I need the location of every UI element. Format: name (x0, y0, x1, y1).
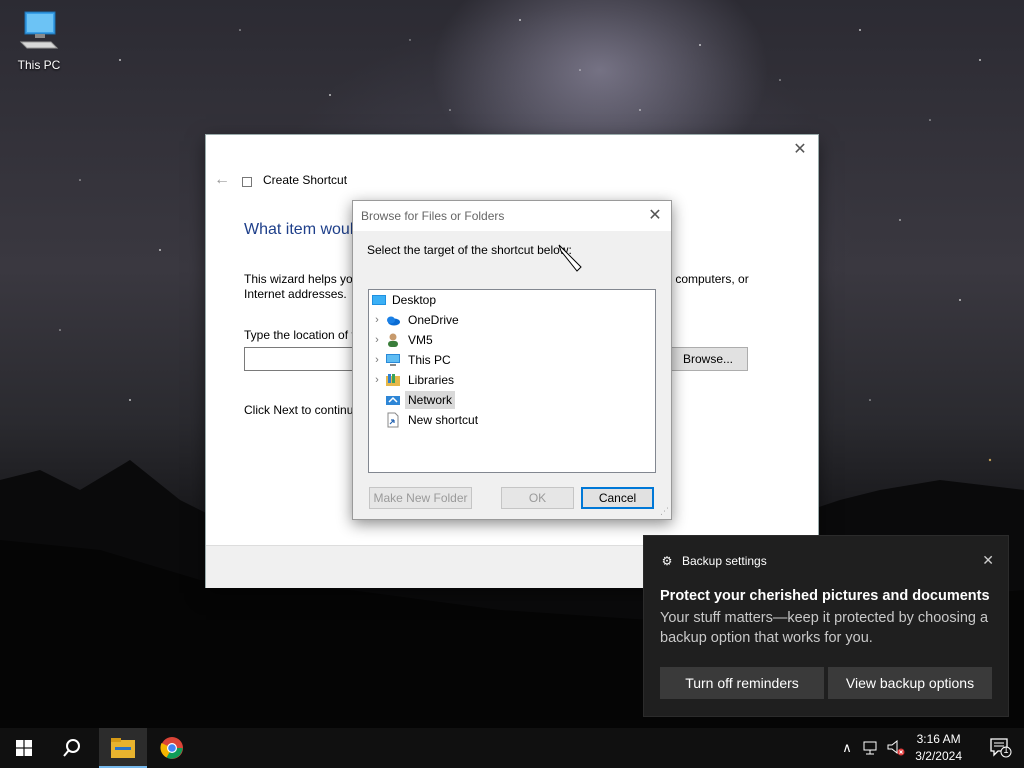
speaker-muted-icon (887, 740, 905, 756)
ok-button[interactable]: OK (501, 487, 574, 509)
clock-date: 3/2/2024 (915, 749, 962, 763)
notification-count-badge: 1 (1003, 745, 1009, 755)
tree-item-onedrive[interactable]: › OneDrive (371, 311, 651, 329)
file-explorer-taskbar-button[interactable] (99, 728, 147, 768)
folder-tree[interactable]: Desktop › OneDrive › VM5 › This PC › Lib… (368, 289, 656, 473)
browse-dialog: Browse for Files or Folders ✕ Select the… (352, 200, 672, 520)
search-icon (63, 739, 80, 757)
chevron-right-icon[interactable]: › (371, 351, 383, 369)
location-label: Type the location of t (244, 328, 355, 342)
gear-icon: ⚙ (661, 554, 673, 568)
tree-item-vm5[interactable]: › VM5 (371, 331, 651, 349)
chevron-right-icon[interactable]: › (371, 311, 383, 329)
next-instruction: Click Next to continu (244, 403, 354, 417)
network-icon (386, 396, 400, 405)
clock-time: 3:16 AM (916, 732, 961, 746)
browse-button[interactable]: Browse... (668, 347, 748, 371)
network-status-icon[interactable] (860, 728, 882, 768)
wizard-description-right: ers, computers, or (652, 272, 749, 286)
browse-dialog-title: Browse for Files or Folders (361, 209, 505, 223)
view-backup-options-button[interactable]: View backup options (828, 667, 992, 699)
user-icon (388, 333, 398, 347)
chrome-icon (160, 737, 183, 759)
tree-item-desktop[interactable]: Desktop (371, 291, 651, 309)
action-center-button[interactable]: 1 (990, 738, 1012, 758)
computer-icon (19, 11, 59, 49)
tree-item-network[interactable]: Network (371, 391, 651, 409)
cancel-button[interactable]: Cancel (581, 487, 654, 509)
system-clock[interactable]: 3:16 AM 3/2/2024 (915, 731, 962, 765)
windows-logo-icon (16, 740, 32, 756)
search-button[interactable] (48, 728, 96, 768)
tree-item-libraries[interactable]: › Libraries (371, 371, 651, 389)
mouse-cursor-icon (558, 244, 582, 272)
chrome-taskbar-button[interactable] (148, 728, 196, 768)
wizard-close-button[interactable]: ✕ (790, 141, 810, 159)
backup-notification: ⚙ Backup settings ✕ Protect your cherishe… (644, 536, 1008, 716)
volume-icon[interactable] (884, 728, 906, 768)
toast-header: ⚙ Backup settings (660, 554, 767, 568)
back-arrow-icon[interactable]: ← (214, 171, 230, 189)
wizard-description-line2: Internet addresses. (244, 287, 347, 301)
taskbar: ∧ 3:16 AM 3/2/2024 1 (0, 728, 1024, 768)
close-icon[interactable]: ✕ (645, 206, 665, 226)
desktop-icon (372, 295, 386, 305)
start-button[interactable] (0, 728, 48, 768)
browse-prompt: Select the target of the shortcut below: (367, 243, 572, 257)
shortcut-file-icon (387, 412, 399, 428)
make-new-folder-button[interactable]: Make New Folder (369, 487, 472, 509)
network-wired-icon (863, 741, 877, 755)
toast-body: Your stuff matters—keep it protected by … (660, 610, 989, 646)
wizard-heading: What item woul (244, 221, 354, 238)
show-hidden-icons-button[interactable]: ∧ (838, 728, 856, 768)
shortcut-icon (242, 177, 252, 187)
resize-grip-icon[interactable]: ⋰ (660, 506, 669, 517)
chevron-right-icon[interactable]: › (371, 331, 383, 349)
turn-off-reminders-button[interactable]: Turn off reminders (660, 667, 824, 699)
this-pc-label: This PC (17, 58, 61, 72)
toast-app-name: Backup settings (682, 554, 767, 568)
onedrive-icon (387, 316, 400, 326)
this-pc-desktop-icon[interactable]: This PC (12, 8, 66, 72)
tree-item-this-pc[interactable]: › This PC (371, 351, 651, 369)
browse-dialog-titlebar[interactable]: Browse for Files or Folders ✕ (353, 201, 671, 231)
chevron-right-icon[interactable]: › (371, 371, 383, 389)
folder-icon (111, 738, 135, 758)
toast-close-button[interactable]: ✕ (982, 552, 994, 569)
toast-headline: Protect your cherished pictures and docu… (660, 588, 990, 604)
wizard-title: Create Shortcut (263, 173, 348, 187)
libraries-icon (386, 374, 400, 386)
computer-icon (386, 354, 400, 366)
tree-item-new-shortcut[interactable]: New shortcut (371, 411, 651, 429)
